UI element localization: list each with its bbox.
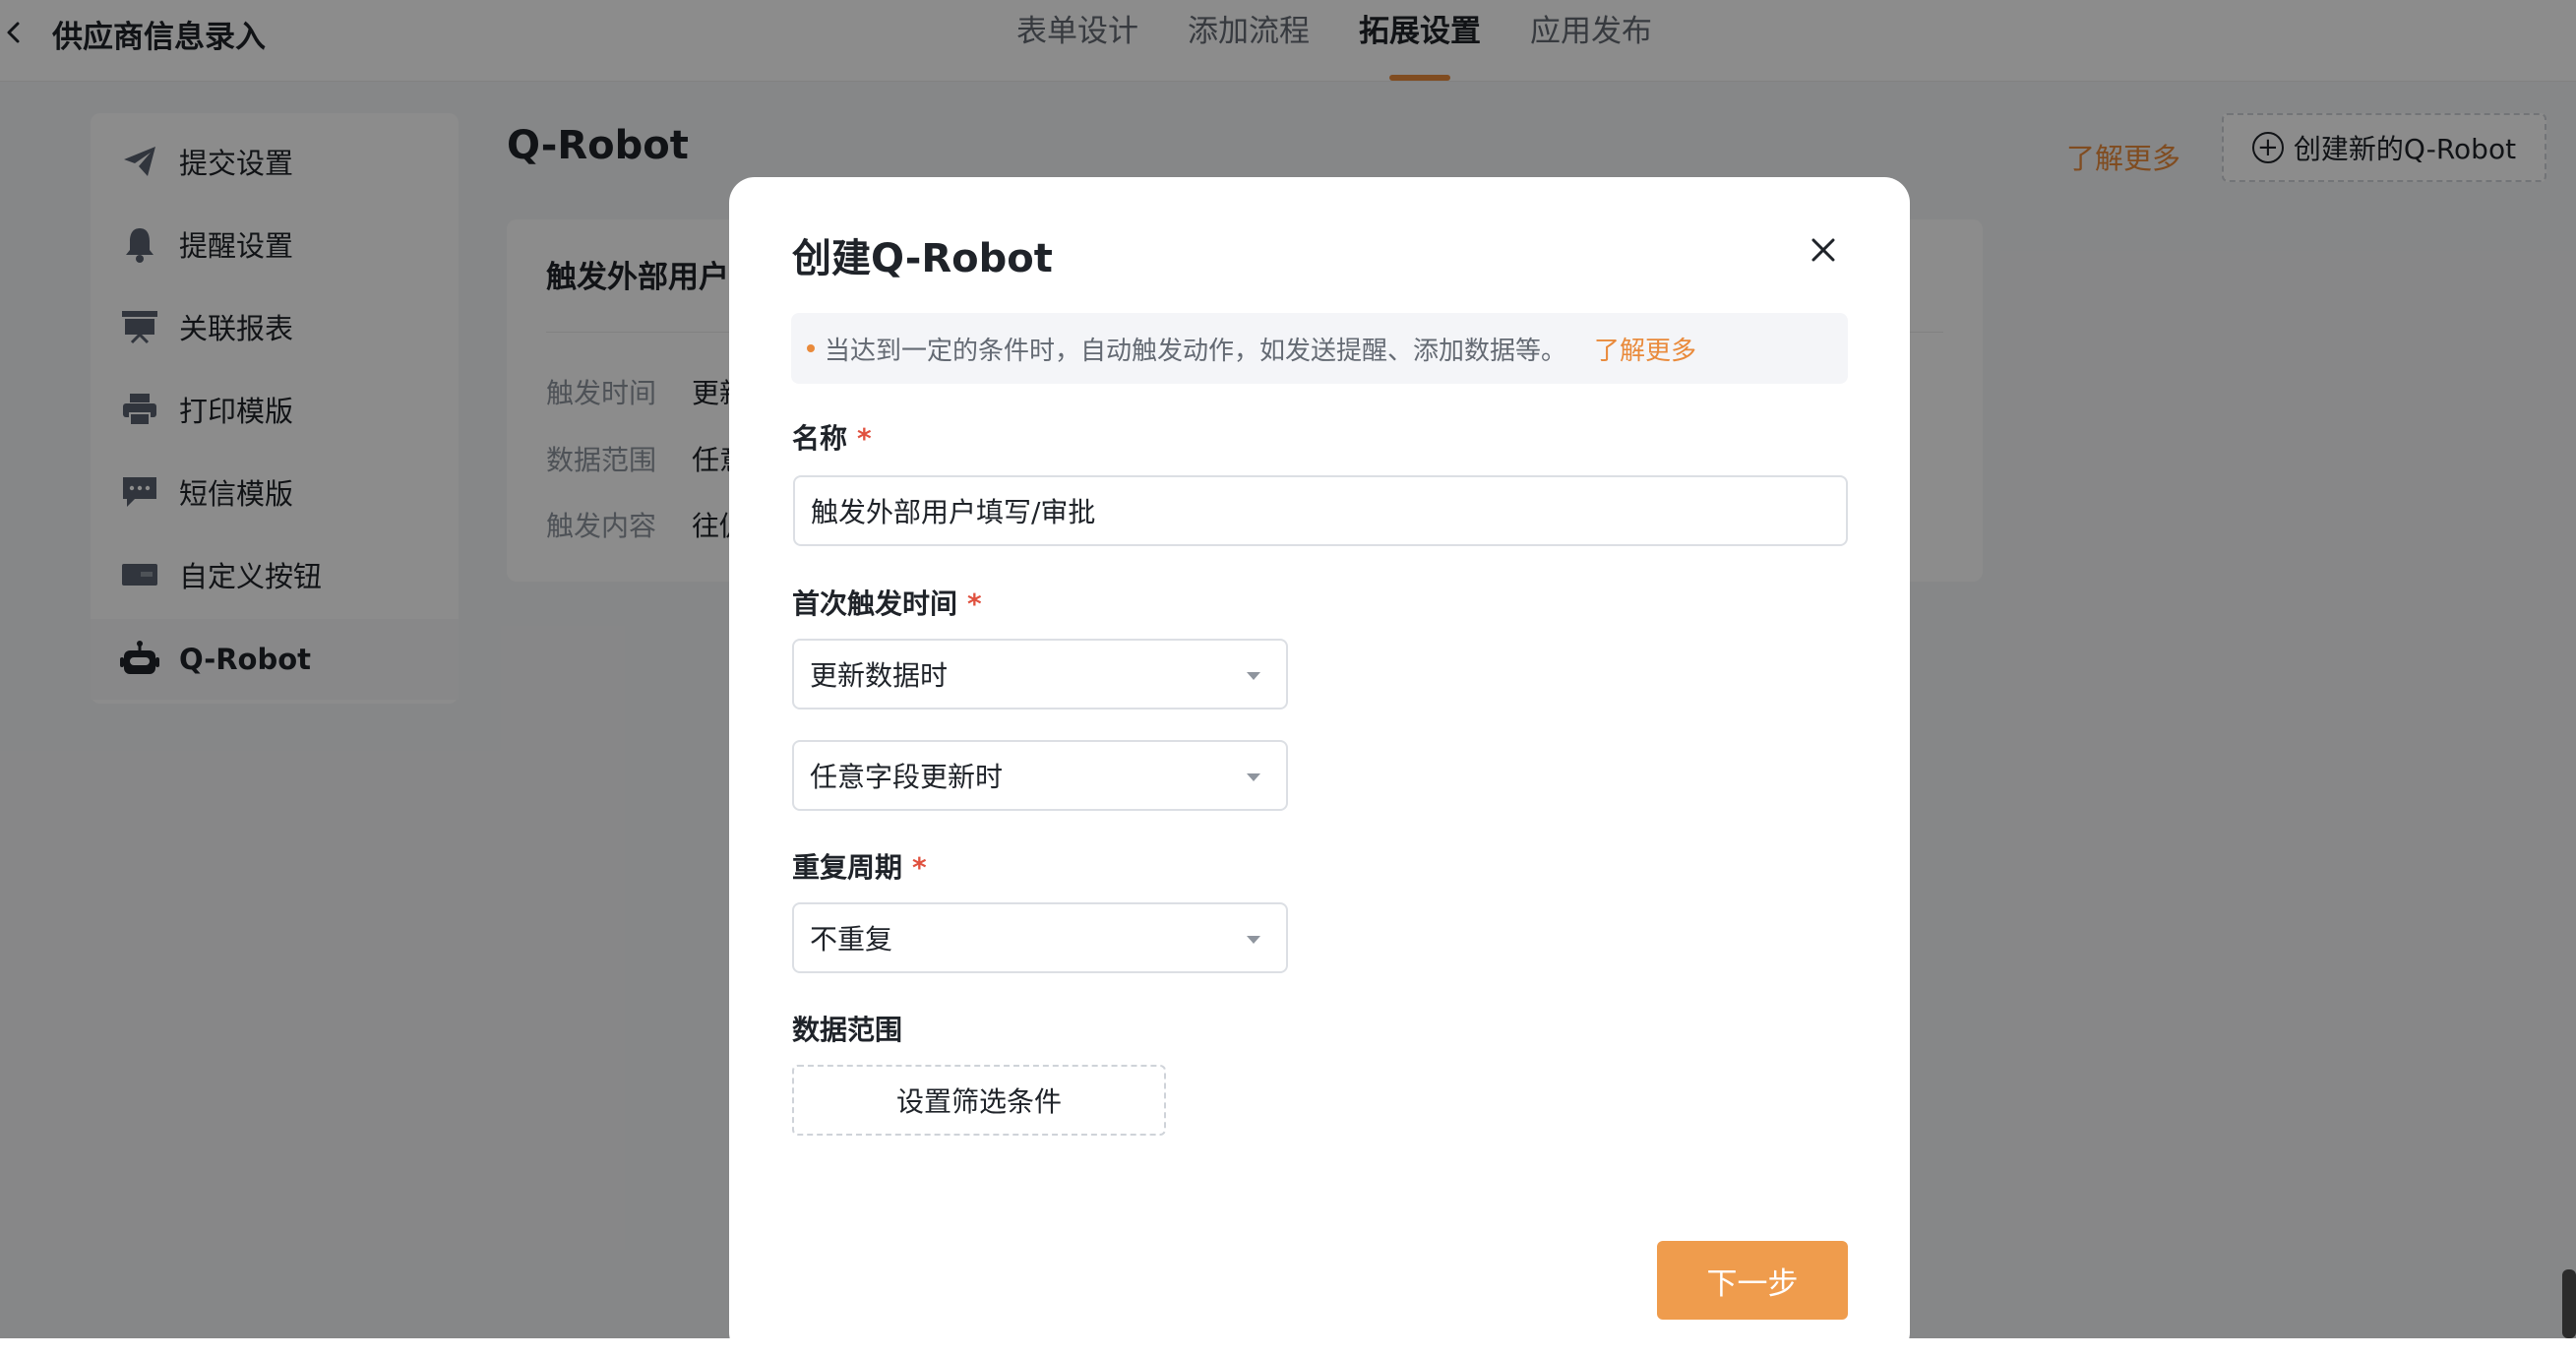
close-icon[interactable] xyxy=(1804,230,1843,270)
required-mark: * xyxy=(912,851,927,884)
tip-learn-more-link[interactable]: 了解更多 xyxy=(1594,331,1696,367)
first-trigger-select[interactable]: 更新数据时 xyxy=(792,639,1288,710)
repeat-cycle-value: 不重复 xyxy=(810,923,893,956)
data-range-label: 数据范围 xyxy=(792,1014,903,1046)
bullet-dot-icon xyxy=(807,344,815,352)
set-filter-button[interactable]: 设置筛选条件 xyxy=(792,1065,1166,1136)
scrollbar-thumb[interactable] xyxy=(2562,1269,2576,1338)
repeat-cycle-select[interactable]: 不重复 xyxy=(792,902,1288,973)
tip-text: 当达到一定的条件时，自动触发动作，如发送提醒、添加数据等。 xyxy=(825,336,1567,366)
required-mark: * xyxy=(857,422,872,455)
first-trigger-label-text: 首次触发时间 xyxy=(792,587,958,620)
name-label-text: 名称 xyxy=(792,422,848,455)
field-trigger-value: 任意字段更新时 xyxy=(810,761,1004,793)
name-input[interactable]: 触发外部用户填写/审批 xyxy=(793,475,1848,546)
chevron-down-icon xyxy=(1247,773,1260,781)
required-mark: * xyxy=(967,587,982,620)
info-tip: 当达到一定的条件时，自动触发动作，如发送提醒、添加数据等。 了解更多 xyxy=(791,313,1848,384)
dialog-title: 创建Q-Robot xyxy=(792,236,1053,281)
next-step-button[interactable]: 下一步 xyxy=(1657,1241,1848,1320)
name-label: 名称 * xyxy=(792,417,872,457)
first-trigger-label: 首次触发时间 * xyxy=(792,583,982,622)
create-q-robot-dialog: 创建Q-Robot 当达到一定的条件时，自动触发动作，如发送提醒、添加数据等。 … xyxy=(729,177,1910,1358)
repeat-label-text: 重复周期 xyxy=(792,851,903,884)
chevron-down-icon xyxy=(1247,936,1260,944)
chevron-down-icon xyxy=(1247,672,1260,680)
first-trigger-value: 更新数据时 xyxy=(810,659,949,692)
repeat-label: 重复周期 * xyxy=(792,846,927,886)
field-trigger-select[interactable]: 任意字段更新时 xyxy=(792,740,1288,811)
